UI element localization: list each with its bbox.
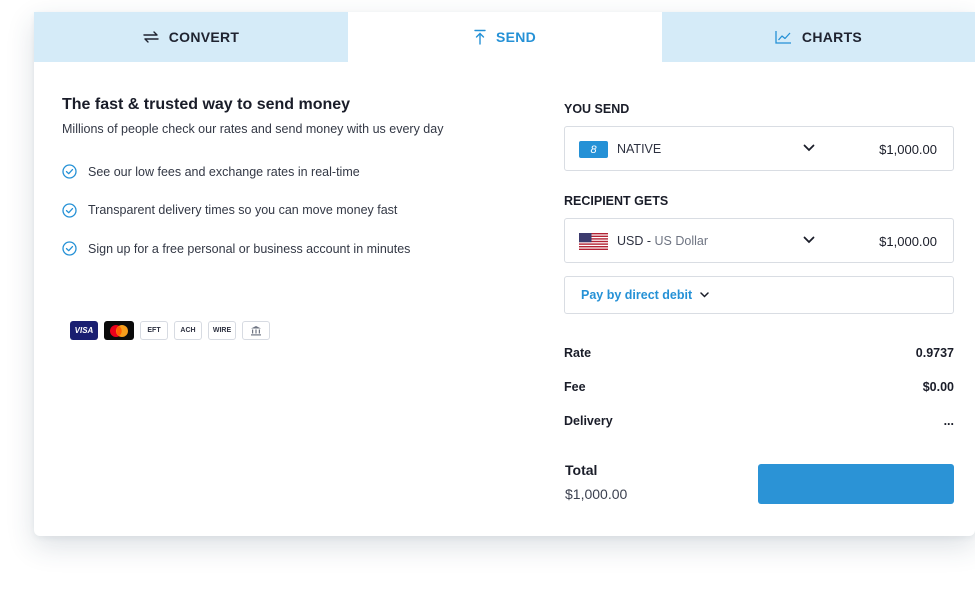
pay-method-label: Pay by direct debit: [581, 288, 693, 302]
tab-send[interactable]: SEND: [348, 12, 662, 62]
ach-icon: ACH: [174, 321, 202, 340]
check-circle-icon: [62, 241, 77, 256]
pay-method-dropdown[interactable]: Pay by direct debit: [581, 288, 709, 302]
send-currency-name: NATIVE: [617, 142, 662, 156]
feature-text: Transparent delivery times so you can mo…: [88, 203, 398, 217]
tab-convert-label: CONVERT: [168, 29, 240, 45]
feature-item: Transparent delivery times so you can mo…: [62, 201, 522, 220]
feature-item: See our low fees and exchange rates in r…: [62, 162, 522, 181]
you-send-label: YOU SEND: [564, 102, 630, 116]
chevron-down-icon[interactable]: [803, 236, 815, 244]
feature-list: See our low fees and exchange rates in r…: [62, 162, 522, 258]
eft-icon: EFT: [140, 321, 168, 340]
rate-label: Rate: [564, 346, 592, 360]
payment-methods-icons: VISA EFT ACH WIRE: [70, 321, 270, 340]
send-currency-field[interactable]: 8 NATIVE $1,000.00: [564, 126, 954, 171]
check-circle-icon: [62, 202, 77, 218]
rate-value: 0.9737: [915, 346, 954, 360]
check-circle-icon: [62, 164, 77, 179]
receive-currency-code: USD: [617, 234, 644, 248]
upload-arrow-icon: [474, 29, 486, 45]
bank-icon: [242, 321, 270, 340]
fee-value: $0.00: [922, 380, 954, 394]
swap-arrows-icon: [143, 31, 159, 43]
delivery-row: Delivery ...: [564, 414, 954, 428]
wire-icon: WIRE: [208, 321, 236, 340]
feature-item: Sign up for a free personal or business …: [62, 239, 522, 258]
native-currency-icon: 8: [579, 141, 608, 158]
receive-currency-name: USD - US Dollar: [617, 234, 709, 248]
receive-amount[interactable]: $1,000.00: [879, 234, 937, 249]
send-amount[interactable]: $1,000.00: [879, 142, 937, 157]
native-currency-glyph: 8: [590, 143, 597, 156]
delivery-label: Delivery: [564, 414, 613, 428]
total-value: $1,000.00: [565, 486, 628, 502]
feature-text: Sign up for a free personal or business …: [88, 241, 411, 256]
fee-row: Fee $0.00: [564, 380, 954, 394]
receive-currency-fullname: US Dollar: [654, 234, 709, 248]
chevron-down-icon: [700, 292, 709, 298]
rate-row: Rate 0.9737: [564, 346, 954, 360]
recipient-gets-label: RECIPIENT GETS: [564, 194, 669, 208]
tab-send-label: SEND: [495, 29, 537, 45]
fee-label: Fee: [564, 380, 586, 394]
page-headline: The fast & trusted way to send money: [62, 96, 351, 113]
intro-section: The fast & trusted way to send money Mil…: [62, 96, 522, 278]
receive-currency-field[interactable]: USD - US Dollar $1,000.00: [564, 218, 954, 263]
page-subline: Millions of people check our rates and s…: [62, 122, 444, 136]
tab-charts-label: CHARTS: [801, 29, 863, 45]
tab-charts[interactable]: CHARTS: [662, 12, 975, 62]
feature-text: See our low fees and exchange rates in r…: [88, 164, 360, 179]
line-chart-icon: [775, 31, 791, 44]
tab-bar: CONVERT SEND CHARTS: [34, 12, 975, 62]
submit-transfer-button[interactable]: [758, 464, 954, 504]
money-transfer-card: CONVERT SEND CHARTS The fast & trusted w…: [34, 12, 975, 536]
pay-method-select[interactable]: Pay by direct debit: [564, 276, 954, 314]
delivery-value: ...: [943, 414, 954, 428]
total-label: Total: [565, 462, 598, 478]
mastercard-icon: [104, 321, 134, 340]
tab-convert[interactable]: CONVERT: [34, 12, 348, 62]
us-flag-icon: [579, 233, 608, 250]
visa-icon: VISA: [70, 321, 98, 340]
chevron-down-icon[interactable]: [803, 144, 815, 152]
